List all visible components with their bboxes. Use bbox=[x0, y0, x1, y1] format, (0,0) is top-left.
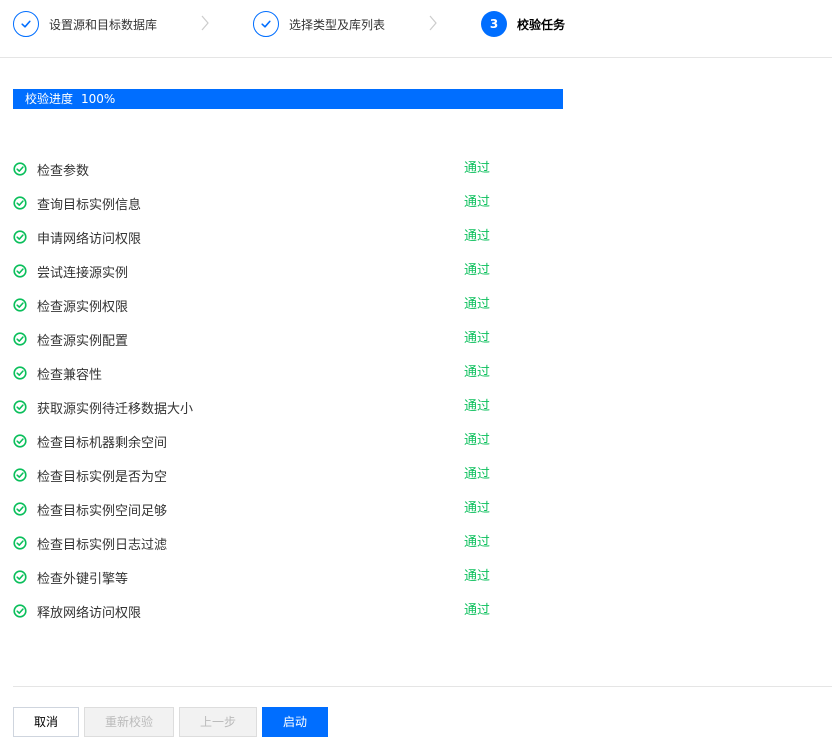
check-item-status: 通过 bbox=[464, 161, 491, 176]
verification-progress-bar: 校验进度 100% bbox=[13, 89, 563, 109]
check-item-status: 通过 bbox=[464, 535, 491, 550]
check-item-name: 检查兼容性 bbox=[37, 367, 103, 383]
check-item-status: 通过 bbox=[464, 399, 491, 414]
check-item-name: 检查源实例配置 bbox=[37, 333, 129, 349]
check-item-status: 通过 bbox=[464, 433, 491, 448]
check-item: 检查目标机器剩余空间 通过 bbox=[13, 424, 533, 458]
progress-label: 校验进度 bbox=[25, 92, 74, 106]
success-check-icon bbox=[13, 332, 27, 346]
check-item: 检查源实例配置 通过 bbox=[13, 322, 533, 356]
step-1-label: 设置源和目标数据库 bbox=[49, 17, 158, 32]
check-item-name: 查询目标实例信息 bbox=[37, 197, 142, 213]
check-item-status: 通过 bbox=[464, 569, 491, 584]
success-check-icon bbox=[13, 400, 27, 414]
check-item: 检查目标实例是否为空 通过 bbox=[13, 458, 533, 492]
step-3-label: 校验任务 bbox=[517, 17, 566, 32]
footer-divider bbox=[13, 686, 832, 687]
previous-step-button[interactable]: 上一步 bbox=[179, 707, 257, 737]
chevron-right-icon bbox=[201, 15, 209, 31]
check-item: 获取源实例待迁移数据大小 通过 bbox=[13, 390, 533, 424]
check-item-name: 检查源实例权限 bbox=[37, 299, 129, 315]
check-item-status: 通过 bbox=[464, 501, 491, 516]
step-2-label: 选择类型及库列表 bbox=[289, 17, 386, 32]
check-item-status: 通过 bbox=[464, 331, 491, 346]
check-item: 检查目标实例空间足够 通过 bbox=[13, 492, 533, 526]
step-1: 设置源和目标数据库 bbox=[13, 10, 157, 38]
check-item-name: 释放网络访问权限 bbox=[37, 605, 142, 621]
check-item-name: 检查参数 bbox=[37, 163, 90, 179]
check-icon bbox=[261, 20, 271, 28]
check-item-status: 通过 bbox=[464, 467, 491, 482]
success-check-icon bbox=[13, 536, 27, 550]
check-item-name: 检查目标实例日志过滤 bbox=[37, 537, 168, 553]
check-item: 释放网络访问权限 通过 bbox=[13, 594, 533, 628]
check-item: 检查外键引擎等 通过 bbox=[13, 560, 533, 594]
recheck-button[interactable]: 重新校验 bbox=[84, 707, 174, 737]
progress-text: 校验进度 100% bbox=[25, 89, 123, 109]
check-item: 尝试连接源实例 通过 bbox=[13, 254, 533, 288]
success-check-icon bbox=[13, 502, 27, 516]
start-button[interactable]: 启动 bbox=[262, 707, 328, 737]
success-check-icon bbox=[13, 468, 27, 482]
success-check-icon bbox=[13, 570, 27, 584]
success-check-icon bbox=[13, 162, 27, 176]
check-item-name: 获取源实例待迁移数据大小 bbox=[37, 401, 194, 417]
check-item-name: 尝试连接源实例 bbox=[37, 265, 129, 281]
step-3-circle: 3 bbox=[481, 11, 507, 37]
check-item: 检查兼容性 通过 bbox=[13, 356, 533, 390]
check-item-status: 通过 bbox=[464, 263, 491, 278]
check-item-status: 通过 bbox=[464, 229, 491, 244]
success-check-icon bbox=[13, 264, 27, 278]
check-item: 查询目标实例信息 通过 bbox=[13, 186, 533, 220]
success-check-icon bbox=[13, 366, 27, 380]
success-check-icon bbox=[13, 230, 27, 244]
check-icon bbox=[21, 20, 31, 28]
success-check-icon bbox=[13, 434, 27, 448]
check-item-name: 检查目标机器剩余空间 bbox=[37, 435, 168, 451]
check-item: 检查源实例权限 通过 bbox=[13, 288, 533, 322]
progress-value: 100% bbox=[81, 92, 116, 106]
success-check-icon bbox=[13, 196, 27, 210]
check-item: 检查目标实例日志过滤 通过 bbox=[13, 526, 533, 560]
check-list: 检查参数 通过 查询目标实例信息 通过 申请网络访问权限 通过 尝试连接源实例 通过 检查源实例… bbox=[13, 152, 533, 628]
check-item-status: 通过 bbox=[464, 365, 491, 380]
check-item: 申请网络访问权限 通过 bbox=[13, 220, 533, 254]
step-3: 3 校验任务 bbox=[481, 10, 565, 38]
check-item-name: 检查目标实例空间足够 bbox=[37, 503, 168, 519]
step-indicator: 设置源和目标数据库 选择类型及库列表 3 校验任务 bbox=[0, 0, 832, 58]
step-1-circle bbox=[13, 11, 39, 37]
step-2-circle bbox=[253, 11, 279, 37]
step-2: 选择类型及库列表 bbox=[253, 10, 385, 38]
chevron-right-icon bbox=[429, 15, 437, 31]
check-item-name: 检查目标实例是否为空 bbox=[37, 469, 168, 485]
success-check-icon bbox=[13, 604, 27, 618]
check-item-status: 通过 bbox=[464, 195, 491, 210]
success-check-icon bbox=[13, 298, 27, 312]
check-item-status: 通过 bbox=[464, 603, 491, 618]
check-item-name: 申请网络访问权限 bbox=[37, 231, 142, 247]
cancel-button[interactable]: 取消 bbox=[13, 707, 79, 737]
check-item: 检查参数 通过 bbox=[13, 152, 533, 186]
check-item-name: 检查外键引擎等 bbox=[37, 571, 129, 587]
check-item-status: 通过 bbox=[464, 297, 491, 312]
